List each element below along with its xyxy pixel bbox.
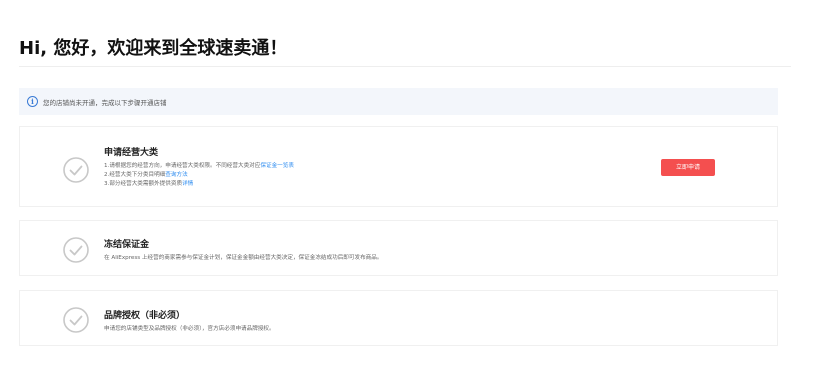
apply-now-button[interactable]: 立即申请: [661, 159, 715, 176]
step-line-text: 1.请根据您的经营方向，申请经营大类权限。不同经营大类对应: [104, 163, 261, 169]
step-body: 冻结保证金 在 AliExpress 上经营的商家需参与保证金计划，保证金金额由…: [104, 237, 382, 263]
step-line-text: 申请您的店铺类型及品牌授权（非必须），官方店必须申请品牌授权。: [104, 326, 275, 332]
notice-text: 您的店铺尚未开通，完成以下步骤开通店铺: [43, 98, 167, 107]
step-line: 2.经营大类下分类目明细查询方法: [104, 171, 294, 180]
step-title: 冻结保证金: [104, 240, 150, 250]
step-card-brand: 品牌授权（非必须） 申请您的店铺类型及品牌授权（非必须），官方店必须申请品牌授权…: [19, 290, 778, 346]
notice-bar: i 您的店铺尚未开通，完成以下步骤开通店铺: [19, 88, 778, 115]
info-icon: i: [27, 96, 38, 107]
check-circle-icon: [63, 157, 89, 183]
step-line-text: 2.经营大类下分类目明细: [104, 172, 166, 178]
step-line: 1.请根据您的经营方向，申请经营大类权限。不同经营大类对应保证金一览表: [104, 162, 294, 171]
query-method-link[interactable]: 查询方法: [165, 172, 187, 178]
title-divider: [19, 66, 791, 67]
step-title: 品牌授权（非必须）: [104, 311, 186, 321]
step-line-text: 在 AliExpress 上经营的商家需参与保证金计划，保证金金额由经营大类决定…: [104, 255, 383, 261]
step-card-category: 申请经营大类 1.请根据您的经营方向，申请经营大类权限。不同经营大类对应保证金一…: [19, 126, 778, 207]
deposit-table-link[interactable]: 保证金一览表: [260, 163, 294, 169]
check-circle-icon: [63, 307, 89, 333]
step-body: 申请经营大类 1.请根据您的经营方向，申请经营大类权限。不同经营大类对应保证金一…: [104, 145, 294, 189]
step-card-deposit: 冻结保证金 在 AliExpress 上经营的商家需参与保证金计划，保证金金额由…: [19, 220, 778, 276]
step-body: 品牌授权（非必须） 申请您的店铺类型及品牌授权（非必须），官方店必须申请品牌授权…: [104, 308, 275, 334]
page-title: Hi, 您好，欢迎来到全球速卖通！: [19, 38, 288, 59]
details-link[interactable]: 详情: [182, 181, 193, 187]
step-line-text: 3.部分经营大类需额外提供资质: [104, 181, 183, 187]
step-title: 申请经营大类: [104, 148, 159, 158]
page: Hi, 您好，欢迎来到全球速卖通！ i 您的店铺尚未开通，完成以下步骤开通店铺 …: [0, 0, 817, 379]
check-circle-icon: [63, 237, 89, 263]
step-line: 3.部分经营大类需额外提供资质详情: [104, 180, 294, 189]
